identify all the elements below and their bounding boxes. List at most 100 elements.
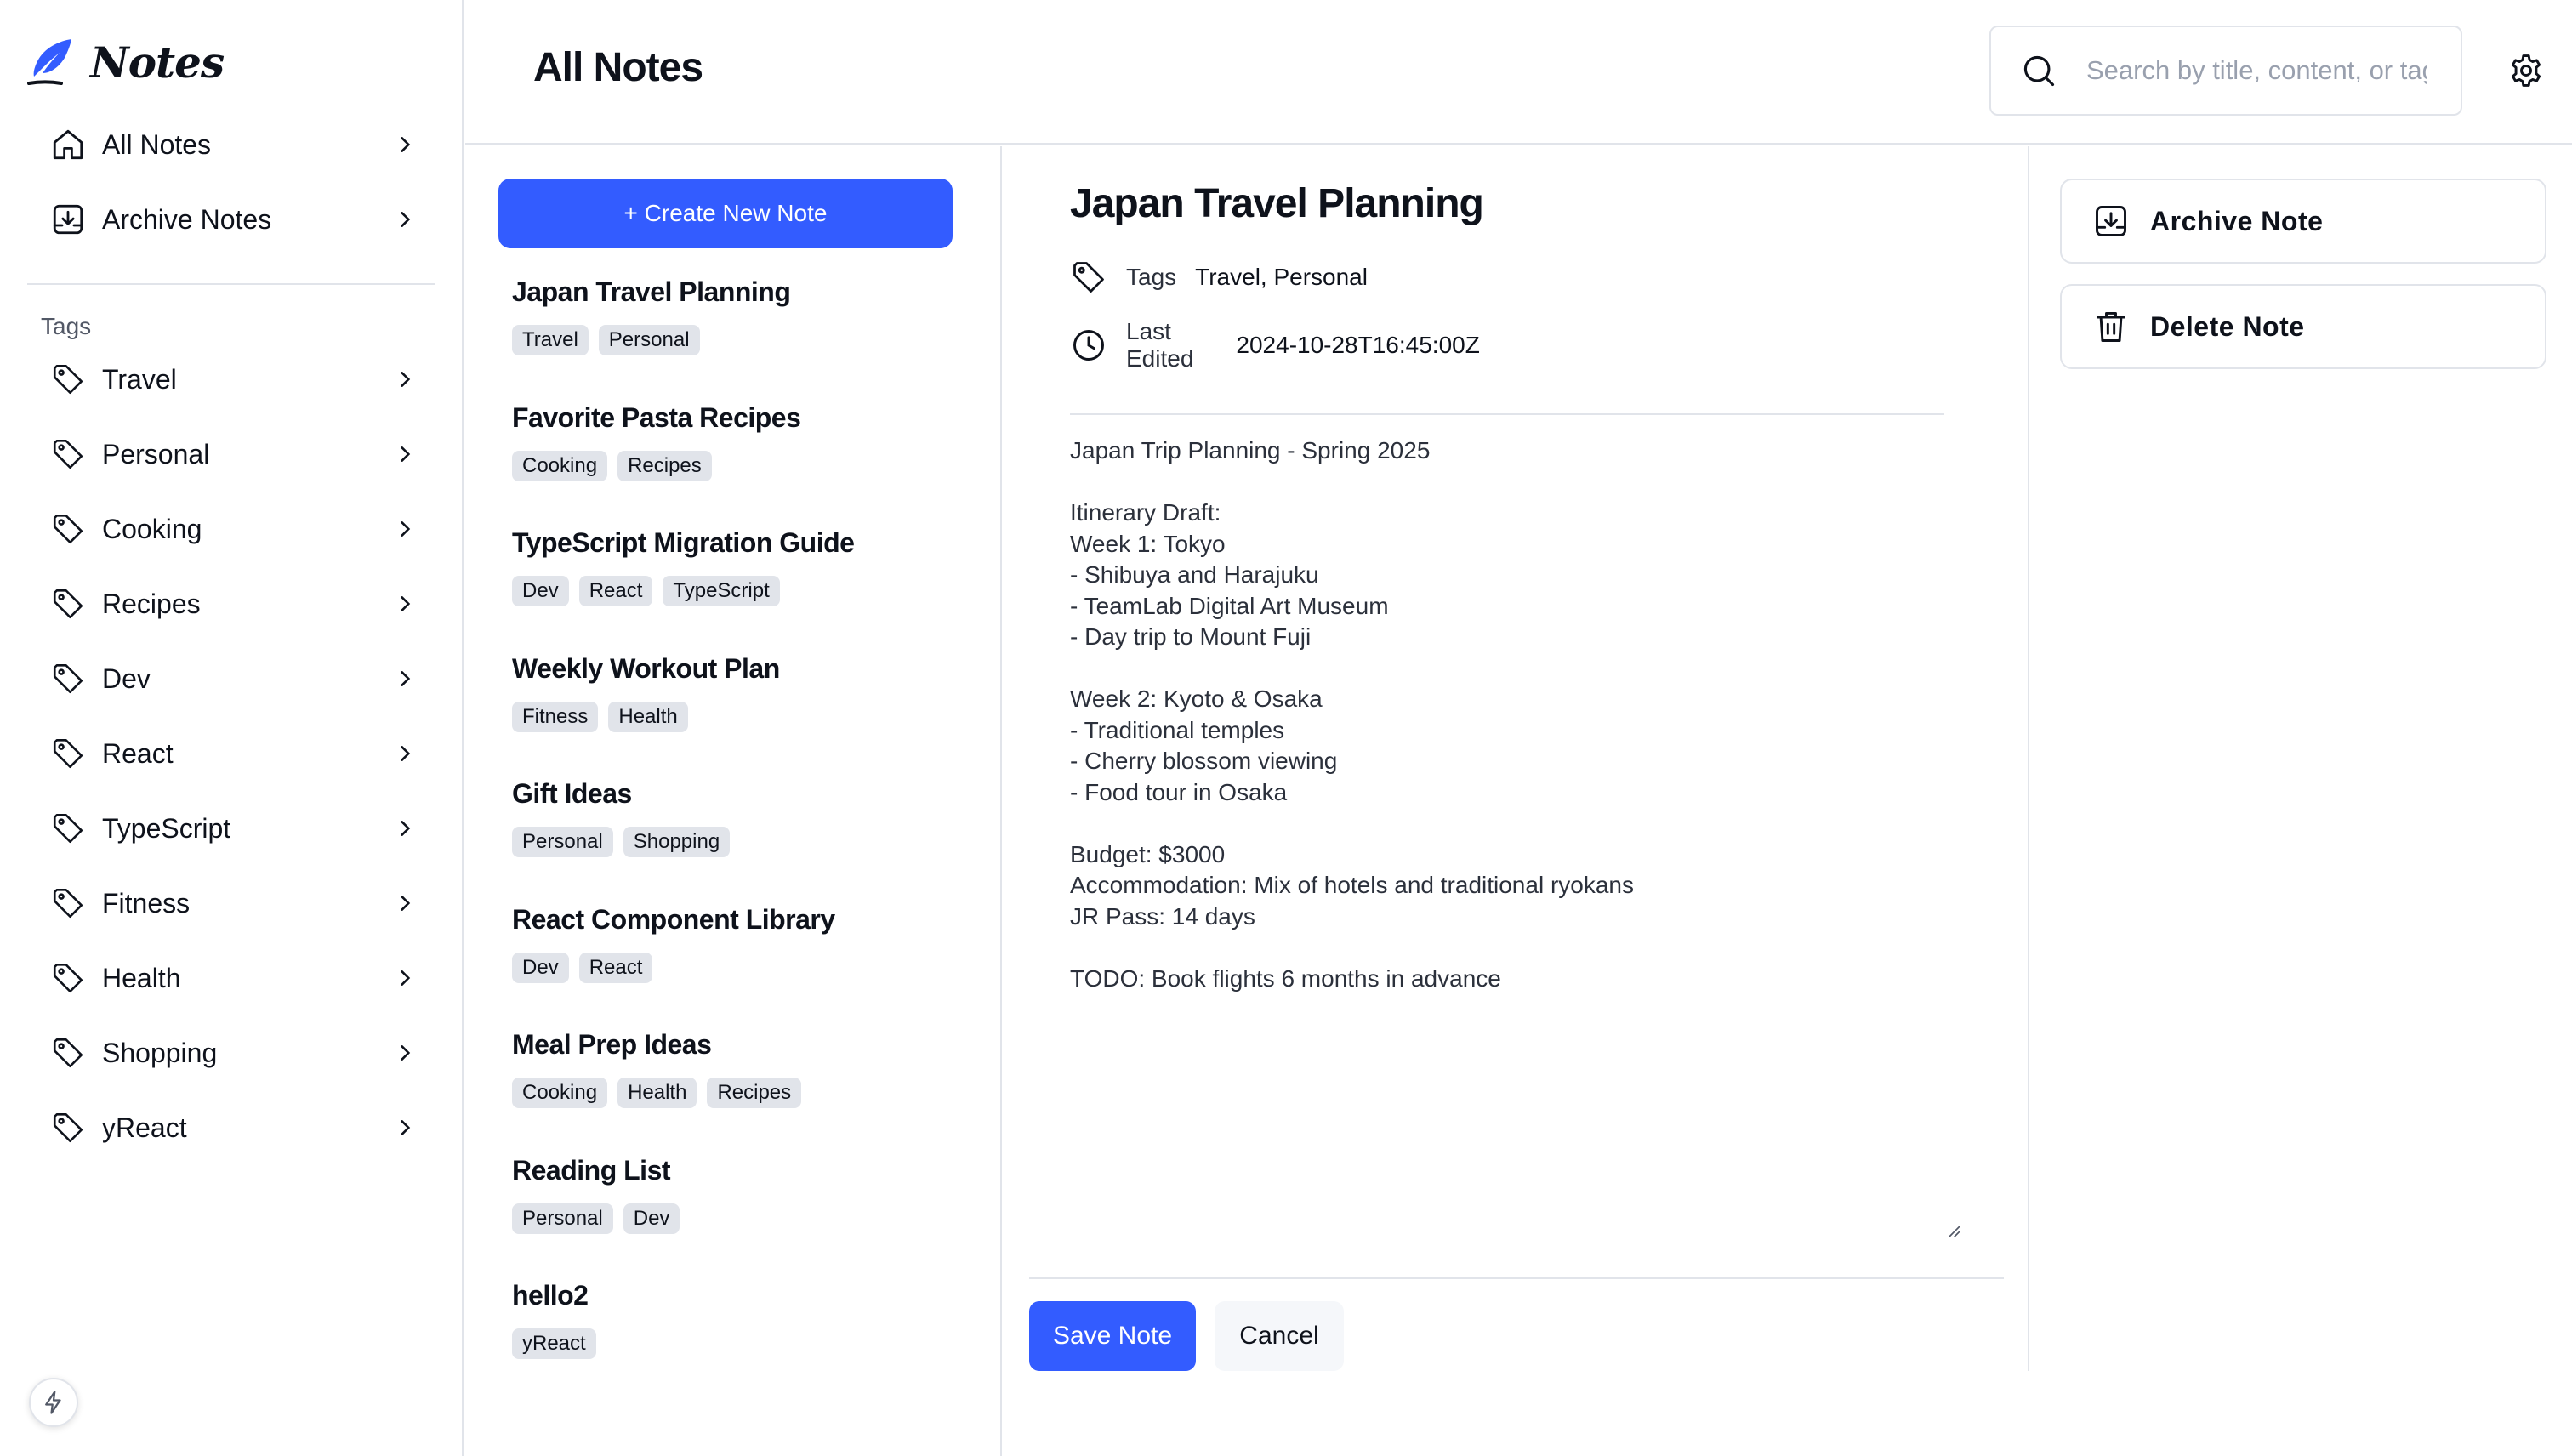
note-list-item[interactable]: Reading List Personal Dev xyxy=(512,1155,954,1234)
sidebar-tag-label: Shopping xyxy=(102,1037,218,1068)
note-list-item[interactable]: hello2 yReact xyxy=(512,1280,954,1359)
note-content-textarea[interactable]: Japan Trip Planning - Spring 2025 Itiner… xyxy=(1070,435,1944,1235)
sidebar-tag-yreact[interactable]: yReact xyxy=(37,1097,429,1158)
tag-pill: Recipes xyxy=(707,1078,802,1108)
tag-pill: Health xyxy=(617,1078,697,1108)
sidebar-tag-label: Travel xyxy=(102,363,177,395)
chevron-right-icon xyxy=(393,966,417,990)
sidebar-tag-fitness[interactable]: Fitness xyxy=(37,873,429,934)
note-list-title: Gift Ideas xyxy=(512,778,632,809)
tag-icon xyxy=(49,959,87,997)
sidebar-item-archive-notes[interactable]: Archive Notes xyxy=(37,189,429,250)
search-input[interactable] xyxy=(2086,55,2427,86)
page-title: All Notes xyxy=(533,45,703,90)
chevron-right-icon xyxy=(393,517,417,541)
last-edited-row: Last Edited 2024-10-28T16:45:00Z xyxy=(1070,318,1480,373)
sidebar-tag-dev[interactable]: Dev xyxy=(37,648,429,709)
archive-note-label: Archive Note xyxy=(2150,205,2324,236)
note-list-tags: Cooking Health Recipes xyxy=(512,1078,954,1108)
sidebar-tag-label: Cooking xyxy=(102,513,202,544)
cancel-button[interactable]: Cancel xyxy=(1215,1301,1344,1371)
tags-heading: Tags xyxy=(41,313,92,339)
tag-icon xyxy=(1073,262,1104,293)
sidebar-tag-label: Health xyxy=(102,962,181,993)
tag-pill: Dev xyxy=(623,1203,680,1234)
resize-handle-icon[interactable] xyxy=(1946,1223,1961,1238)
tag-pill: Personal xyxy=(512,827,613,857)
note-list-title: TypeScript Migration Guide xyxy=(512,527,855,558)
sidebar-item-all-notes[interactable]: All Notes xyxy=(37,114,429,175)
last-edited-value: 2024-10-28T16:45:00Z xyxy=(1236,332,1480,358)
tag-icon xyxy=(49,1109,87,1146)
sidebar-tag-label: Recipes xyxy=(102,588,201,619)
note-list-tags: yReact xyxy=(512,1328,954,1359)
archive-note-button[interactable]: Archive Note xyxy=(2060,179,2546,264)
lightning-icon xyxy=(45,1391,61,1414)
note-list-tags: Dev React TypeScript xyxy=(512,576,954,606)
tag-icon xyxy=(49,1034,87,1072)
note-list-item[interactable]: React Component Library Dev React xyxy=(512,904,954,983)
sidebar-tag-recipes[interactable]: Recipes xyxy=(37,573,429,634)
sidebar-item-label: All Notes xyxy=(102,128,212,160)
tag-pill: Fitness xyxy=(512,701,599,732)
archive-icon xyxy=(2096,206,2126,236)
app-name: Notes xyxy=(90,37,225,88)
tag-pill: Cooking xyxy=(512,1078,608,1108)
note-title[interactable]: Japan Travel Planning xyxy=(1070,180,1484,227)
chevron-right-icon xyxy=(393,667,417,691)
sidebar-tag-cooking[interactable]: Cooking xyxy=(37,498,429,560)
tag-icon xyxy=(49,361,87,398)
tags-label: Tags xyxy=(1126,264,1177,290)
tag-icon xyxy=(49,810,87,847)
tag-pill: Dev xyxy=(512,576,569,606)
search-box[interactable] xyxy=(1989,26,2462,116)
sidebar-tag-shopping[interactable]: Shopping xyxy=(37,1022,429,1083)
tag-pill: Cooking xyxy=(512,450,608,481)
settings-button[interactable] xyxy=(2505,49,2547,92)
delete-note-button[interactable]: Delete Note xyxy=(2060,284,2546,369)
note-list-title: Japan Travel Planning xyxy=(512,276,791,307)
chevron-right-icon xyxy=(393,367,417,391)
trash-icon xyxy=(2096,311,2126,342)
sidebar-tag-health[interactable]: Health xyxy=(37,947,429,1009)
note-list-item[interactable]: Weekly Workout Plan Fitness Health xyxy=(512,653,954,732)
tag-icon xyxy=(49,435,87,473)
tag-pill: Personal xyxy=(598,325,700,355)
chevron-right-icon xyxy=(393,442,417,466)
last-edited-label: Last Edited xyxy=(1126,318,1194,372)
note-list-title: Reading List xyxy=(512,1154,671,1186)
note-list-tags: Personal Shopping xyxy=(512,827,954,857)
sidebar-tag-react[interactable]: React xyxy=(37,723,429,784)
sidebar-tag-travel[interactable]: Travel xyxy=(37,349,429,410)
note-list-item[interactable]: Favorite Pasta Recipes Cooking Recipes xyxy=(512,402,954,481)
note-list-tags: Cooking Recipes xyxy=(512,450,954,481)
note-list-item[interactable]: Japan Travel Planning Travel Personal xyxy=(512,276,954,355)
chevron-right-icon xyxy=(393,592,417,616)
note-list-tags: Dev React xyxy=(512,952,954,983)
sidebar-divider xyxy=(27,283,435,285)
note-list-item[interactable]: TypeScript Migration Guide Dev React TypeSc… xyxy=(512,527,954,606)
chevron-right-icon xyxy=(393,816,417,840)
save-note-button[interactable]: Save Note xyxy=(1029,1301,1196,1371)
app-logo[interactable]: Notes xyxy=(26,36,225,88)
delete-note-label: Delete Note xyxy=(2150,310,2305,342)
home-icon xyxy=(49,126,87,163)
sidebar-tag-typescript[interactable]: TypeScript xyxy=(37,798,429,859)
chevron-right-icon xyxy=(393,133,417,156)
note-list-title: React Component Library xyxy=(512,903,835,935)
tag-pill: Personal xyxy=(512,1203,613,1234)
note-list-item[interactable]: Gift Ideas Personal Shopping xyxy=(512,778,954,857)
create-new-note-button[interactable]: + Create New Note xyxy=(498,179,953,248)
sidebar-tag-personal[interactable]: Personal xyxy=(37,424,429,485)
note-list-item[interactable]: Meal Prep Ideas Cooking Health Recipes xyxy=(512,1029,954,1108)
tags-value[interactable]: Travel, Personal xyxy=(1195,264,1368,291)
tag-pill: Dev xyxy=(512,952,569,983)
note-list-title: hello2 xyxy=(512,1280,589,1311)
chevron-right-icon xyxy=(393,742,417,765)
sidebar-tag-label: TypeScript xyxy=(102,812,231,844)
note-list-title: Favorite Pasta Recipes xyxy=(512,401,801,433)
lightning-button[interactable] xyxy=(29,1378,78,1427)
chevron-right-icon xyxy=(393,1041,417,1065)
note-list-tags: Travel Personal xyxy=(512,325,954,355)
tag-pill: Recipes xyxy=(617,450,712,481)
